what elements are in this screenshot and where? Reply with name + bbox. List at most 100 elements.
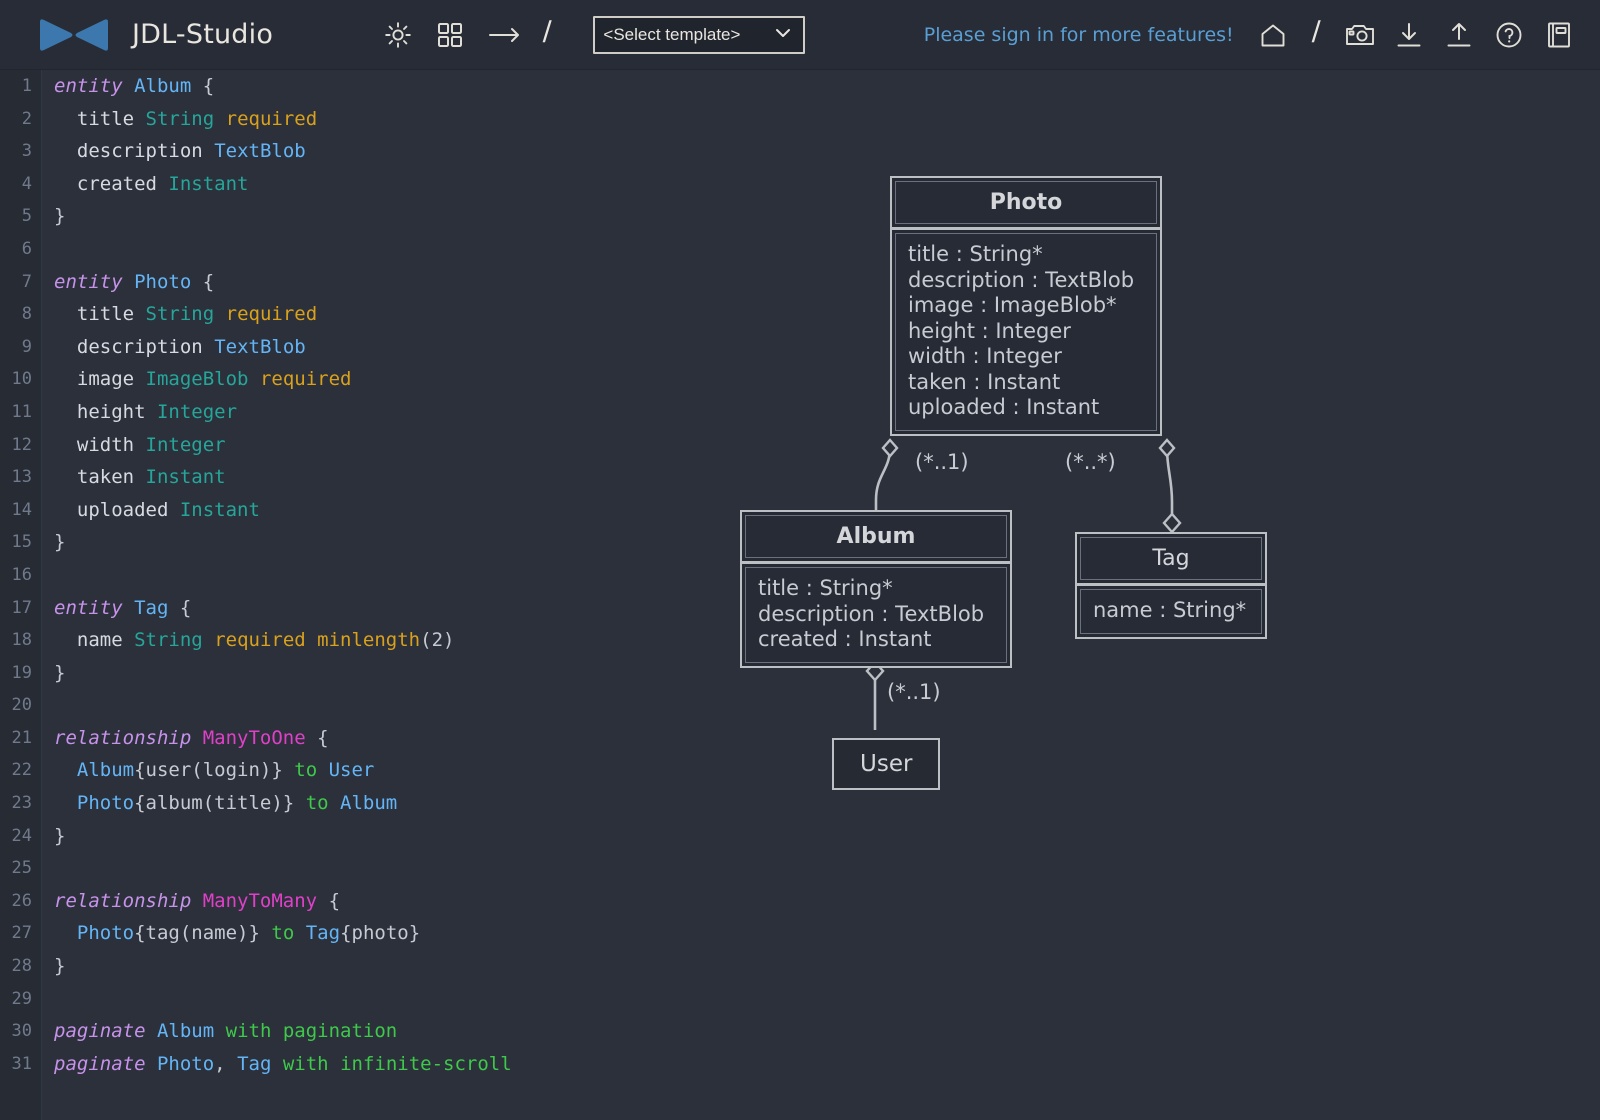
entity-box-user[interactable]: User	[832, 738, 941, 790]
line-number: 29	[11, 988, 32, 1009]
code-line[interactable]: 11 height Integer	[0, 396, 700, 429]
sign-in-link[interactable]: Please sign in for more features!	[924, 24, 1234, 46]
code-line[interactable]: 10 image ImageBlob required	[0, 363, 700, 396]
code-text: paginate Album with pagination	[54, 1020, 398, 1043]
line-number: 27	[11, 923, 32, 944]
home-icon[interactable]	[1258, 20, 1288, 50]
upload-icon[interactable]	[1444, 20, 1474, 50]
code-line[interactable]: 25	[0, 852, 700, 885]
line-number: 22	[11, 760, 32, 781]
code-line[interactable]: 16	[0, 559, 700, 592]
app-title: JDL-Studio	[132, 19, 274, 50]
code-line[interactable]: 20	[0, 689, 700, 722]
code-line[interactable]: 24}	[0, 820, 700, 853]
entity-fields-tag: name : String*	[1080, 589, 1262, 634]
code-text: entity Album {	[54, 75, 215, 97]
code-line[interactable]: 15}	[0, 526, 700, 559]
code-text: description TextBlob	[76, 140, 306, 163]
jdl-code-editor[interactable]: 1 entity Album { 2 title String required 3 …	[0, 70, 700, 1120]
code-text: entity Photo {	[54, 270, 215, 293]
entity-title-photo: Photo	[895, 181, 1157, 224]
line-number: 6	[21, 238, 32, 259]
line-number: 3	[21, 141, 32, 162]
entity-divider	[892, 227, 1160, 230]
line-number: 12	[11, 434, 32, 455]
line-number: 9	[21, 336, 32, 357]
line-number: 14	[11, 499, 32, 520]
code-line[interactable]: 12 width Integer	[0, 429, 700, 462]
code-line[interactable]: 26 relationship ManyToMany {	[0, 885, 700, 918]
code-line[interactable]: 27 Photo{tag(name)} to Tag{photo}	[0, 917, 700, 950]
camera-icon[interactable]	[1344, 20, 1374, 50]
code-line[interactable]: 13 taken Instant	[0, 461, 700, 494]
code-text: width Integer	[76, 433, 226, 456]
grid-icon[interactable]	[435, 20, 465, 50]
code-text: paginate Photo, Tag with infinite-scroll	[54, 1052, 512, 1075]
line-number: 26	[11, 890, 32, 911]
entity-fields-photo: title : String* description : TextBlob i…	[895, 233, 1157, 431]
entity-fields-album: title : String* description : TextBlob c…	[745, 567, 1007, 663]
book-icon[interactable]	[1544, 20, 1574, 50]
code-text: Album{user(login)} to User	[76, 759, 375, 782]
brand: JDL-Studio	[38, 16, 273, 54]
template-select[interactable]: <Select template>	[593, 15, 806, 54]
line-number: 13	[11, 467, 32, 488]
code-text: relationship ManyToMany {	[54, 889, 341, 912]
code-line[interactable]: 22 Album{user(login)} to User	[0, 754, 700, 787]
code-line[interactable]: 14 uploaded Instant	[0, 494, 700, 527]
line-number: 1	[21, 76, 32, 96]
entity-box-photo[interactable]: Photo title : String* description : Text…	[890, 176, 1162, 436]
line-number: 17	[11, 597, 32, 618]
line-number: 21	[11, 727, 32, 748]
code-line[interactable]: 17 entity Tag {	[0, 592, 700, 625]
diamond-photo-album	[881, 438, 899, 458]
code-line[interactable]: 28}	[0, 950, 700, 983]
code-line[interactable]: 3 description TextBlob	[0, 135, 700, 168]
line-number: 8	[21, 304, 32, 325]
download-icon[interactable]	[1394, 20, 1424, 50]
code-text: image ImageBlob required	[76, 368, 352, 391]
code-text: }	[54, 661, 66, 684]
multiplicity-photo-tag: (*..*)	[1065, 450, 1116, 474]
code-text: Photo{album(title)} to Album	[76, 792, 398, 815]
entity-box-tag[interactable]: Tag name : String*	[1075, 532, 1267, 639]
entity-box-album[interactable]: Album title : String* description : Text…	[740, 510, 1012, 668]
code-line[interactable]: 23 Photo{album(title)} to Album	[0, 787, 700, 820]
code-line[interactable]: 7 entity Photo {	[0, 266, 700, 299]
code-line[interactable]: 29	[0, 983, 700, 1016]
code-line[interactable]: 21 relationship ManyToOne {	[0, 722, 700, 755]
code-text: created Instant	[76, 172, 249, 195]
code-text: taken Instant	[76, 466, 226, 489]
line-number: 30	[11, 1021, 32, 1042]
arrow-right-icon[interactable]	[487, 20, 520, 50]
code-line[interactable]: 8 title String required	[0, 298, 700, 331]
code-line[interactable]: 6	[0, 233, 700, 266]
entity-title-user: User	[832, 738, 941, 790]
code-line[interactable]: 5}	[0, 200, 700, 233]
line-number: 25	[11, 858, 32, 879]
code-line[interactable]: 30 paginate Album with pagination	[0, 1015, 700, 1048]
uml-diagram-canvas[interactable]: Photo title : String* description : Text…	[700, 70, 1600, 1120]
code-line[interactable]: 2 title String required	[0, 103, 700, 136]
code-line[interactable]: 18 name String required minlength(2)	[0, 624, 700, 657]
diamond-tag-end	[1162, 512, 1182, 534]
code-text: uploaded Instant	[76, 498, 260, 521]
code-line[interactable]: 1 entity Album {	[0, 70, 700, 103]
code-text: relationship ManyToOne {	[54, 726, 329, 749]
line-number: 23	[11, 793, 32, 814]
code-text: name String required minlength(2)	[76, 629, 455, 652]
code-text: }	[54, 531, 66, 554]
help-circle-icon[interactable]	[1494, 20, 1524, 50]
line-number: 24	[11, 825, 32, 846]
brightness-icon[interactable]	[383, 20, 413, 50]
code-text: Photo{tag(name)} to Tag{photo}	[76, 922, 421, 945]
code-line[interactable]: 9 description TextBlob	[0, 331, 700, 364]
code-content[interactable]: 1 entity Album { 2 title String required 3 …	[0, 70, 700, 1080]
line-number: 16	[11, 564, 32, 585]
code-line[interactable]: 4 created Instant	[0, 168, 700, 201]
multiplicity-photo-album: (*..1)	[915, 450, 969, 474]
code-line[interactable]: 31 paginate Photo, Tag with infinite-scro…	[0, 1048, 700, 1081]
entity-title-tag: Tag	[1080, 537, 1262, 580]
code-line[interactable]: 19}	[0, 657, 700, 690]
line-number: 4	[21, 173, 32, 194]
